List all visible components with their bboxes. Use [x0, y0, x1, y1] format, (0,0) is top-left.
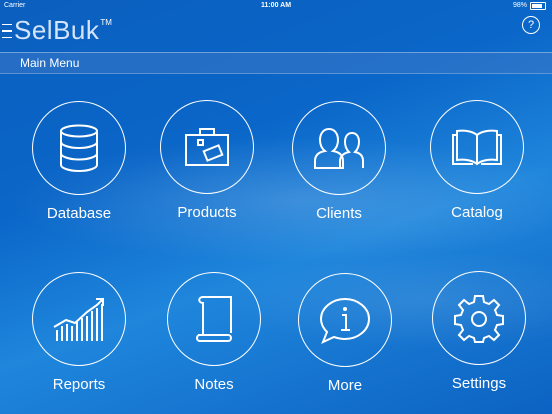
notes-tile[interactable]: Notes	[159, 272, 269, 393]
clock: 11:00 AM	[260, 2, 292, 9]
tile-label: Notes	[194, 376, 234, 393]
clients-tile[interactable]: Clients	[284, 101, 394, 222]
bar-chart-icon	[32, 272, 126, 366]
info-bubble-icon	[298, 273, 392, 367]
more-tile[interactable]: More	[290, 273, 400, 394]
settings-tile[interactable]: Settings	[424, 271, 534, 392]
tile-label: Database	[46, 205, 112, 222]
tile-label: Settings	[451, 375, 507, 392]
help-button[interactable]: ?	[522, 16, 540, 34]
status-bar: Carrier 11:00 AM 98%	[0, 0, 552, 12]
tile-label: Clients	[316, 205, 362, 222]
battery-percent: 98%	[512, 2, 527, 9]
database-tile[interactable]: Database	[24, 101, 134, 222]
logo-text: SelBuk	[14, 15, 100, 45]
app-logo[interactable]: SelBuk TM	[2, 16, 112, 44]
battery-indicator: 98%	[513, 0, 546, 12]
section-title: Main Menu	[20, 56, 80, 70]
open-book-icon	[430, 100, 524, 194]
tile-label: Products	[177, 204, 237, 221]
tile-label: More	[327, 377, 363, 394]
database-icon	[32, 101, 126, 195]
hamburger-menu-icon[interactable]	[2, 24, 14, 38]
battery-icon	[530, 2, 546, 10]
tile-label: Catalog	[451, 204, 503, 221]
top-bar: SelBuk TM ?	[0, 12, 552, 48]
tile-label: Reports	[52, 376, 106, 393]
trademark-mark: TM	[100, 18, 112, 27]
reports-tile[interactable]: Reports	[24, 272, 134, 393]
catalog-tile[interactable]: Catalog	[422, 100, 532, 221]
users-icon	[292, 101, 386, 195]
products-tile[interactable]: Products	[152, 100, 262, 221]
gear-icon	[432, 271, 526, 365]
briefcase-icon	[160, 100, 254, 194]
main-menu-bar: Main Menu	[0, 52, 552, 74]
scroll-note-icon	[167, 272, 261, 366]
